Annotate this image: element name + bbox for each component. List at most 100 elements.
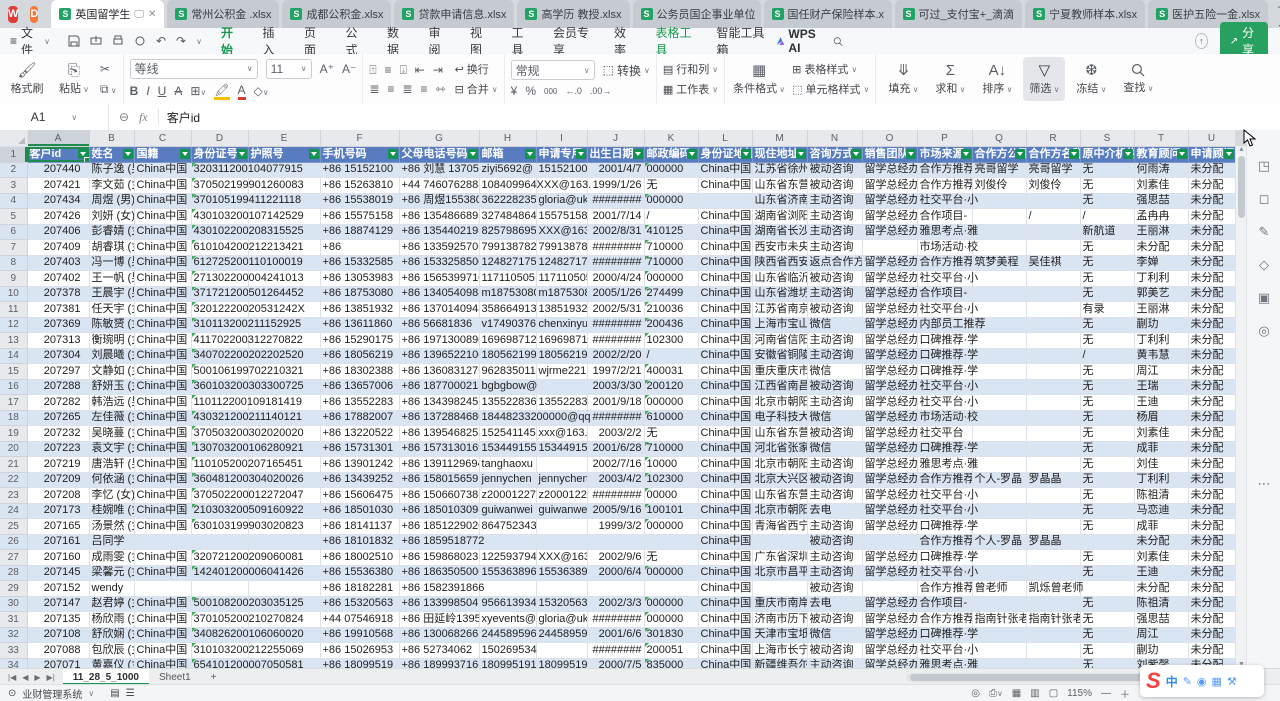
cell[interactable]: 未分配: [1188, 503, 1235, 519]
cell[interactable]: 山东省潍坊: [752, 286, 807, 302]
find-button[interactable]: 查找 ∨: [1117, 57, 1159, 101]
cell[interactable]: +86 13657006: [320, 379, 399, 395]
cell[interactable]: China中国: [134, 441, 191, 457]
cell[interactable]: China中国: [134, 379, 191, 395]
cell[interactable]: 无: [1080, 658, 1134, 668]
merge-cells-button[interactable]: ⊟合并∨: [455, 81, 498, 97]
cell[interactable]: +86 13851932: [320, 302, 399, 318]
cell[interactable]: [1080, 581, 1134, 597]
cell[interactable]: [972, 503, 1026, 519]
column-header-教育顾问[interactable]: 教育顾问: [1134, 147, 1188, 163]
clear-format-icon[interactable]: ◇∨: [254, 84, 269, 98]
help-pane-icon[interactable]: ◎: [1258, 323, 1269, 339]
cell[interactable]: 梁馨元 (女): [89, 565, 134, 581]
filter-dropdown-button[interactable]: [123, 149, 133, 159]
cell[interactable]: 210303200509160922: [191, 503, 248, 519]
cell[interactable]: China中国: [134, 286, 191, 302]
cell[interactable]: 864752343: [479, 519, 536, 535]
cell[interactable]: China中国: [134, 162, 191, 178]
cell[interactable]: 710000: [644, 441, 698, 457]
italic-button[interactable]: I: [146, 84, 149, 98]
cell[interactable]: 无: [1080, 441, 1134, 457]
cell[interactable]: China中国: [698, 581, 752, 597]
cell[interactable]: 未分配: [1188, 255, 1235, 271]
cell[interactable]: +86 15290175: [320, 333, 399, 349]
cell[interactable]: [1026, 627, 1080, 643]
cell[interactable]: [191, 534, 248, 550]
cell[interactable]: 刘素佳: [1134, 550, 1188, 566]
cell[interactable]: ########: [587, 255, 644, 271]
cell[interactable]: 未分配: [1188, 348, 1235, 364]
filter-dropdown-button[interactable]: [1224, 149, 1234, 159]
cell[interactable]: v17490376: [479, 317, 536, 333]
column-letter-N[interactable]: N: [807, 130, 862, 147]
cell[interactable]: 山东省东营: [752, 178, 807, 194]
cell[interactable]: +86 1354866895: [399, 209, 479, 225]
cell[interactable]: [536, 534, 587, 550]
wps-ai[interactable]: WPS AI: [776, 27, 820, 55]
ime-keyboard-icon[interactable]: ▦: [1212, 675, 1222, 688]
cell[interactable]: +86 1582391866: [399, 581, 479, 597]
cell[interactable]: 被动咨询: [807, 534, 862, 550]
cell[interactable]: [972, 426, 1026, 442]
cell[interactable]: +86 1533258500: [399, 255, 479, 271]
row-number[interactable]: 23: [0, 488, 27, 504]
column-letter-E[interactable]: E: [248, 130, 320, 147]
column-letter-F[interactable]: F: [320, 130, 399, 147]
cell[interactable]: +86 周煜155380: [399, 193, 479, 209]
cell[interactable]: China中国: [134, 565, 191, 581]
cell[interactable]: 2002/7/16: [587, 457, 644, 473]
cell[interactable]: China中国: [134, 255, 191, 271]
cell[interactable]: 无: [1080, 317, 1134, 333]
cell[interactable]: 赵君婷 (女): [89, 596, 134, 612]
column-letter-J[interactable]: J: [587, 130, 644, 147]
cell[interactable]: ########: [587, 193, 644, 209]
cell[interactable]: +86 56681836: [399, 317, 479, 333]
ime-lang-icon[interactable]: 中: [1166, 673, 1178, 690]
cell[interactable]: 207088: [27, 643, 89, 659]
cell[interactable]: 被动咨询: [807, 426, 862, 442]
cell[interactable]: China中国: [698, 209, 752, 225]
namebox-caret-icon[interactable]: ∨: [71, 113, 77, 122]
cell[interactable]: 河北省张家: [752, 441, 807, 457]
cell[interactable]: 100101: [644, 503, 698, 519]
ime-settings-icon[interactable]: ⚒: [1227, 675, 1237, 688]
cell[interactable]: 无: [1080, 457, 1134, 473]
cell[interactable]: 未分配: [1188, 550, 1235, 566]
cell[interactable]: 未分配: [1188, 441, 1235, 457]
cell[interactable]: [972, 209, 1026, 225]
undo-icon[interactable]: ↶: [156, 34, 166, 48]
cell[interactable]: 内部员工推荐: [917, 317, 972, 333]
cell[interactable]: 151521001: [536, 162, 587, 178]
cell[interactable]: 无: [1080, 410, 1134, 426]
edit-pane-icon[interactable]: ✎: [1259, 224, 1270, 240]
cell[interactable]: 400031: [644, 364, 698, 380]
cell[interactable]: [1026, 395, 1080, 411]
cell[interactable]: 合作项目-: [917, 209, 972, 225]
cell[interactable]: [1080, 534, 1134, 550]
cell[interactable]: 未分配: [1134, 240, 1188, 256]
cell[interactable]: [536, 643, 587, 659]
cell[interactable]: 被动咨询: [807, 379, 862, 395]
cell[interactable]: 孟冉冉: [1134, 209, 1188, 225]
cell[interactable]: 000000: [644, 395, 698, 411]
cell[interactable]: 微信: [807, 364, 862, 380]
cell[interactable]: China中国: [698, 503, 752, 519]
row-number[interactable]: 10: [0, 286, 27, 302]
cell[interactable]: 留学总经办: [862, 472, 917, 488]
cell[interactable]: +86 1370140948: [399, 302, 479, 318]
cell[interactable]: 358664913: [479, 302, 536, 318]
cell[interactable]: 留学总经办: [862, 503, 917, 519]
percent-icon[interactable]: %: [525, 84, 536, 98]
cell[interactable]: 社交平台·小: [917, 193, 972, 209]
document-tab[interactable]: S英国留学生🖵✕: [51, 0, 164, 28]
cell[interactable]: 主动咨询: [807, 565, 862, 581]
cell[interactable]: XXX@163.: [536, 224, 587, 240]
cell[interactable]: 207403: [27, 255, 89, 271]
cell[interactable]: 吴佳祺: [1026, 255, 1080, 271]
cell[interactable]: 630103199903020823: [191, 519, 248, 535]
strikethrough-button[interactable]: A: [174, 84, 182, 98]
cell[interactable]: +86 18753080: [320, 286, 399, 302]
cell[interactable]: 留学总经办: [862, 550, 917, 566]
cell[interactable]: 956613934: [479, 596, 536, 612]
